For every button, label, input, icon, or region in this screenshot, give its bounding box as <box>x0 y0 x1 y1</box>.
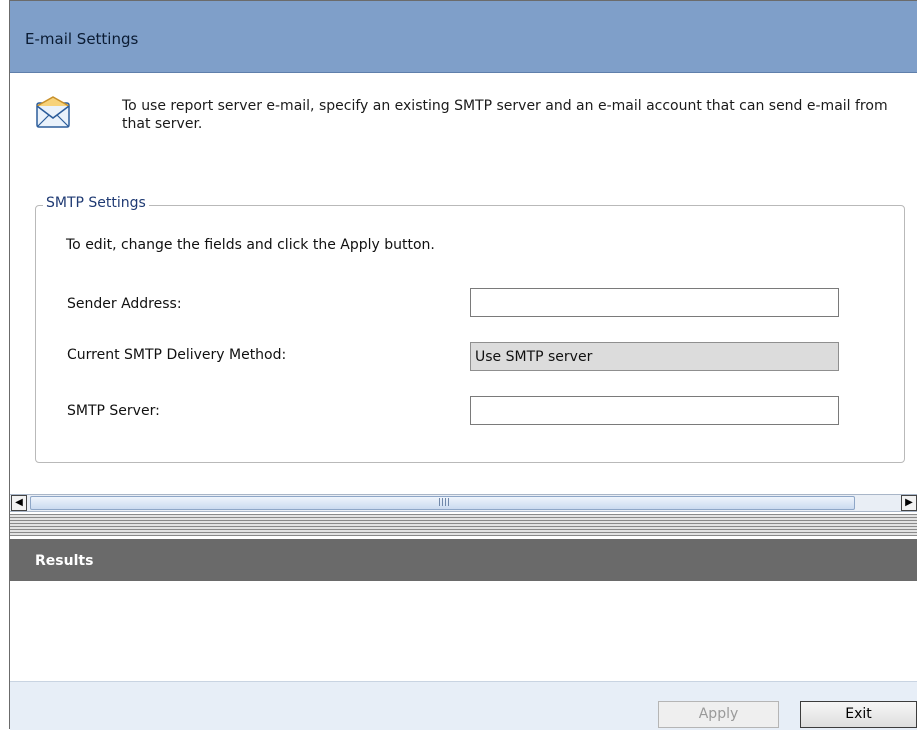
button-bar: Apply Exit <box>10 681 917 730</box>
smtp-server-label: SMTP Server: <box>67 403 160 419</box>
pane-splitter[interactable] <box>10 514 917 536</box>
smtp-settings-legend: SMTP Settings <box>43 195 149 211</box>
results-header: Results <box>10 539 917 581</box>
page-title: E-mail Settings <box>25 30 139 48</box>
delivery-method-label: Current SMTP Delivery Method: <box>67 347 287 363</box>
scroll-right-button[interactable]: ▶ <box>901 495 917 511</box>
sender-address-input[interactable] <box>470 288 839 317</box>
intro-text: To use report server e-mail, specify an … <box>122 98 888 132</box>
grip-icon <box>439 498 449 506</box>
sender-address-label: Sender Address: <box>67 296 182 312</box>
results-label: Results <box>35 553 94 569</box>
scroll-left-button[interactable]: ◀ <box>11 495 27 511</box>
smtp-server-input[interactable] <box>470 396 839 425</box>
apply-button[interactable]: Apply <box>658 701 779 728</box>
horizontal-scrollbar[interactable]: ◀ ▶ <box>10 494 917 512</box>
page-header: E-mail Settings <box>10 1 917 73</box>
arrow-left-icon: ◀ <box>15 497 23 508</box>
envelope-icon <box>36 96 70 128</box>
email-settings-window: E-mail Settings To use report server e-m… <box>9 0 917 730</box>
delivery-method-field: Use SMTP server <box>470 342 839 371</box>
arrow-right-icon: ▶ <box>905 497 913 508</box>
scrollbar-thumb[interactable] <box>30 496 855 510</box>
exit-button[interactable]: Exit <box>800 701 917 728</box>
smtp-instructions: To edit, change the fields and click the… <box>66 237 435 253</box>
